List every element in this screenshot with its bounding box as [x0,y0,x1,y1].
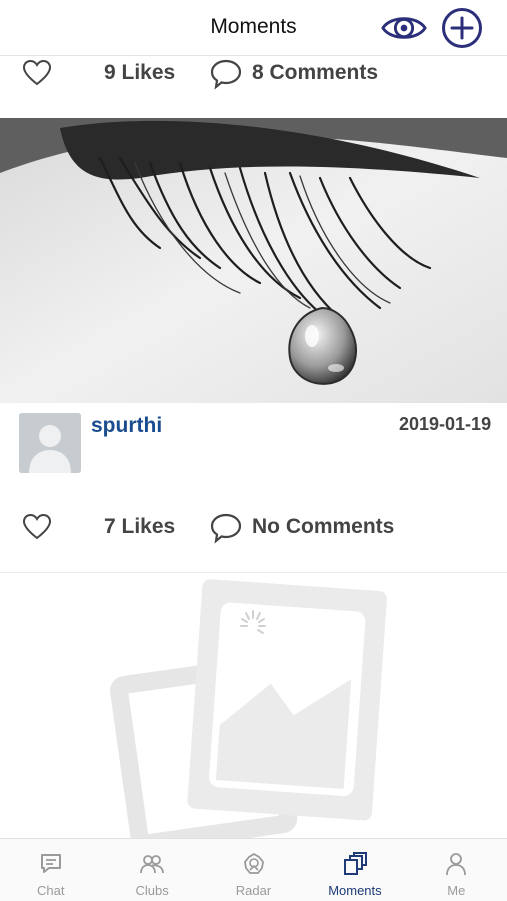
radar-icon [243,852,264,874]
comment-bubble-icon[interactable] [209,58,243,90]
clubs-icon [140,855,165,874]
comment-bubble-icon[interactable] [209,512,243,544]
tab-moments[interactable]: Moments [304,839,405,901]
eye-icon [381,17,427,39]
tab-bar: Chat Clubs Radar Moments Me [0,838,507,901]
tab-label: Radar [235,883,272,898]
tab-me[interactable]: Me [406,839,507,901]
default-avatar-icon [19,413,81,473]
like-heart-icon[interactable] [22,513,52,541]
tab-radar[interactable]: Radar [203,839,304,901]
teardrop-eye-image [0,118,507,403]
like-heart-icon[interactable] [22,59,52,87]
username[interactable]: spurthi [91,414,162,438]
comments-count: 8 Comments [252,61,379,84]
view-button[interactable] [381,7,427,49]
likes-count: 9 Likes [104,61,176,84]
tab-clubs[interactable]: Clubs [101,839,202,901]
add-moment-button[interactable] [439,7,485,49]
avatar[interactable] [19,413,81,473]
plus-circle-icon [442,8,482,48]
likes-count: 7 Likes [104,515,176,538]
tab-label: Moments [328,883,382,898]
chat-icon [40,854,61,873]
person-icon [446,853,467,876]
post-date: 2019-01-19 [399,414,492,434]
tab-label: Me [447,883,466,898]
tab-label: Clubs [135,883,169,898]
image-placeholder [110,575,400,853]
tab-chat[interactable]: Chat [0,839,101,901]
post-photo[interactable] [0,118,507,403]
page-title: Moments [210,15,297,38]
nav-bar: Moments [0,0,507,56]
post-divider [0,572,507,573]
photo-placeholder-icon [110,579,387,853]
post-actions: 7 Likes No Comments [0,507,507,547]
moments-icon [343,852,367,875]
comments-count: No Comments [252,515,395,538]
tab-label: Chat [36,883,65,898]
post-actions: 9 Likes 8 Comments [0,53,507,93]
